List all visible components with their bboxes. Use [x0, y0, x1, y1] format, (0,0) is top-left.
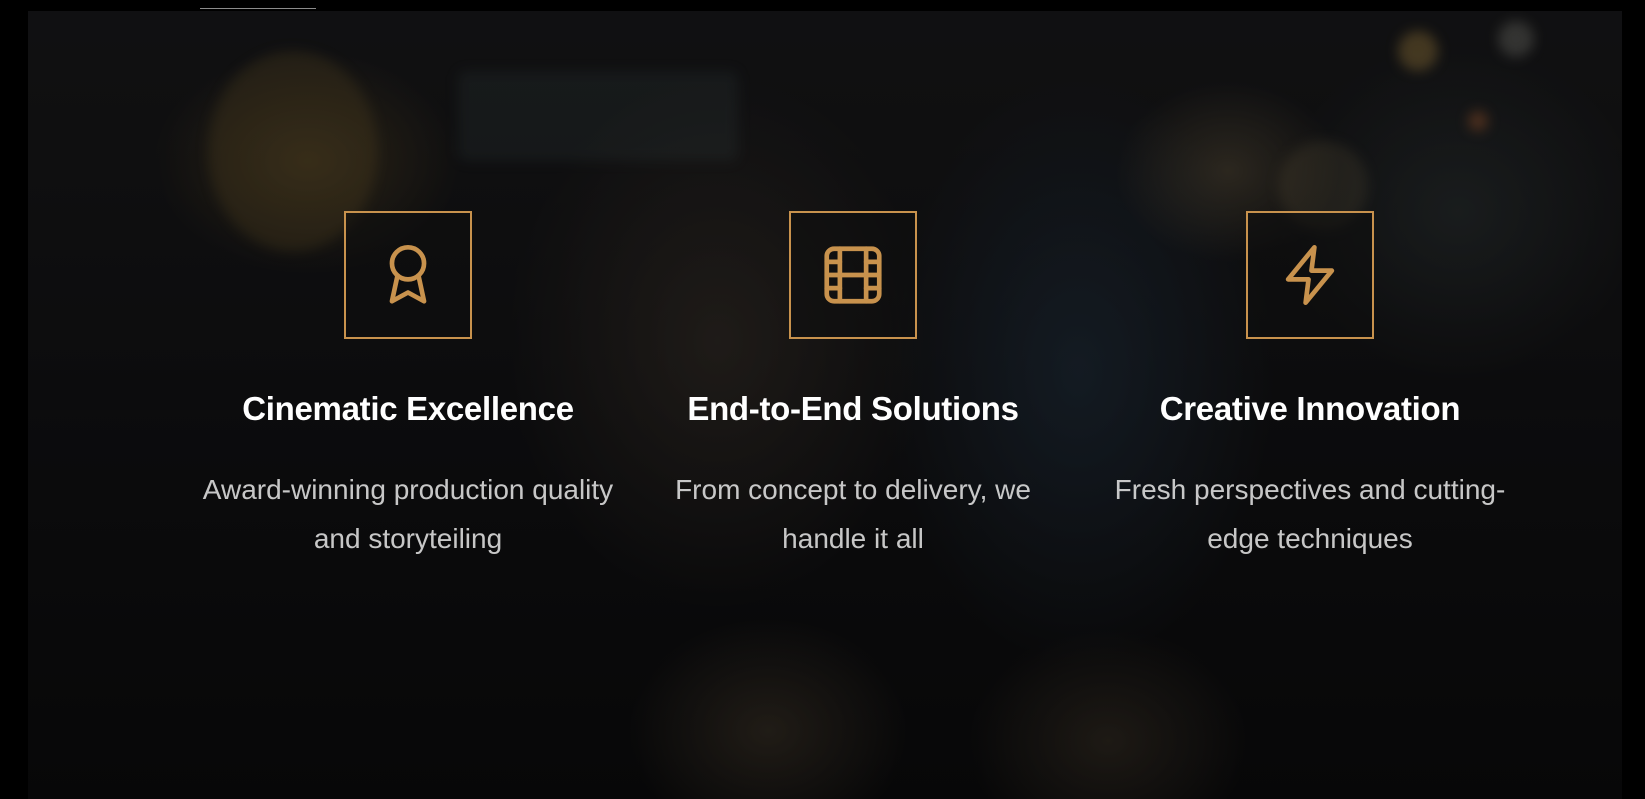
feature-description: Fresh perspectives and cutting-edge tech… [1114, 473, 1506, 554]
feature-icon-box [1246, 211, 1374, 339]
feature-description: From concept to delivery, we handle it a… [675, 473, 1031, 554]
award-ribbon-icon [389, 244, 427, 304]
lightning-bolt-icon [1285, 244, 1335, 306]
feature-icon-box [344, 211, 472, 339]
divider-line [200, 8, 316, 9]
feature-card-end-to-end-solutions: End-to-End Solutions From concept to del… [613, 211, 1093, 563]
feature-icon-box [789, 211, 917, 339]
film-reel-icon [824, 246, 882, 304]
feature-title: Creative Innovation [1159, 390, 1461, 427]
feature-card-cinematic-excellence: Cinematic Excellence Award-winning produ… [168, 211, 648, 563]
feature-title: Cinematic Excellence [242, 390, 574, 427]
feature-card-creative-innovation: Creative Innovation Fresh perspectives a… [1070, 211, 1550, 563]
features-hero-section: Cinematic Excellence Award-winning produ… [28, 11, 1622, 799]
feature-title: End-to-End Solutions [687, 390, 1019, 427]
feature-description: Award-winning production quality and sto… [202, 473, 614, 554]
